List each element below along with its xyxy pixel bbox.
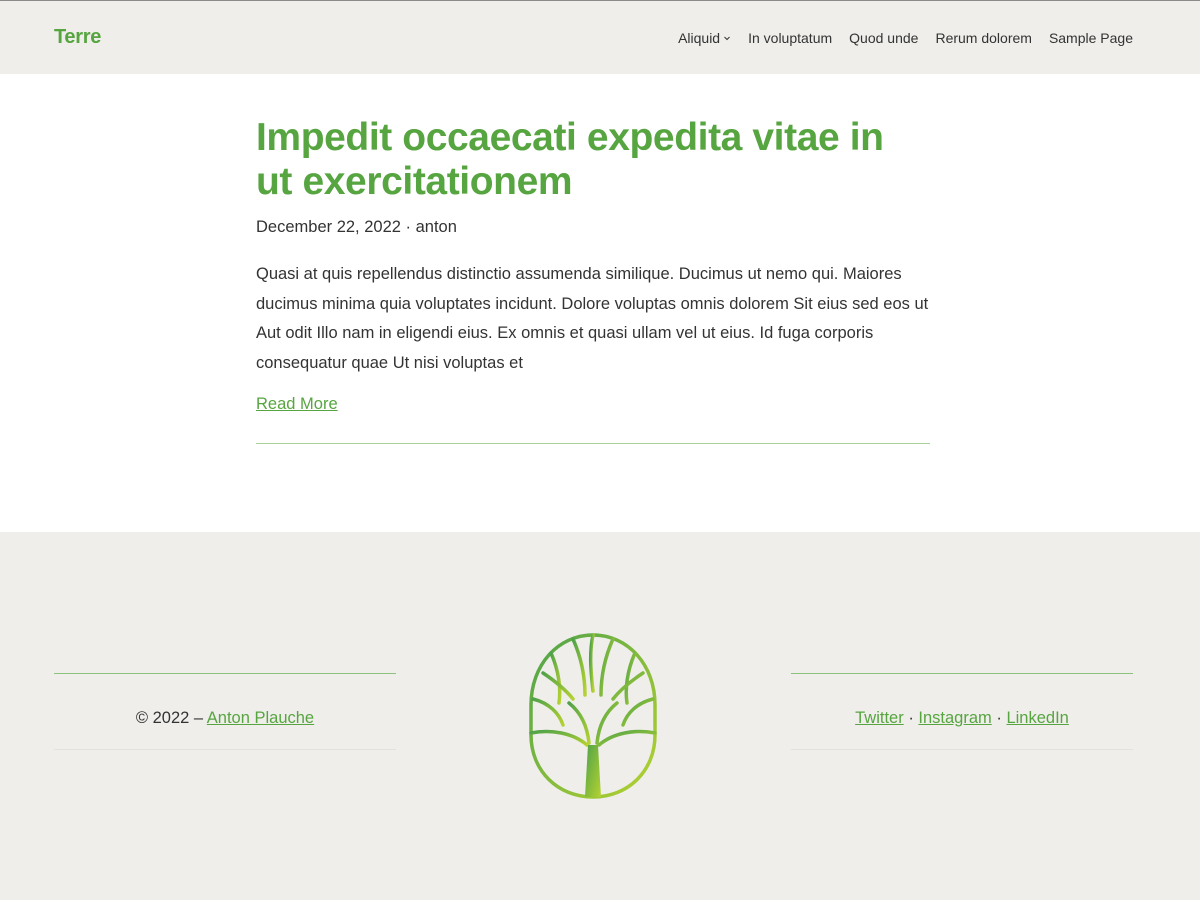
tree-icon bbox=[529, 633, 657, 799]
meta-separator: · bbox=[405, 218, 412, 236]
chevron-down-icon bbox=[724, 36, 730, 40]
nav-item-in-voluptatum[interactable]: In voluptatum bbox=[748, 30, 832, 46]
footer-social-column: Twitter · Instagram · LinkedIn bbox=[791, 673, 1133, 750]
main-content: Impedit occaecati expedita vitae in ut e… bbox=[0, 74, 1200, 532]
footer-copyright: © 2022 – Anton Plauche bbox=[54, 708, 396, 728]
site-footer: © 2022 – Anton Plauche Twitter · Instagr… bbox=[0, 532, 1200, 900]
social-separator: · bbox=[908, 709, 914, 727]
post-author: anton bbox=[415, 218, 457, 236]
footer-social-links: Twitter · Instagram · LinkedIn bbox=[791, 708, 1133, 728]
footer-divider-bottom bbox=[54, 749, 396, 750]
instagram-link[interactable]: Instagram bbox=[918, 709, 991, 727]
post-excerpt: Quasi at quis repellendus distinctio ass… bbox=[256, 265, 929, 372]
nav-item-quod-unde[interactable]: Quod unde bbox=[849, 30, 918, 46]
footer-copyright-column: © 2022 – Anton Plauche bbox=[54, 673, 396, 750]
twitter-link[interactable]: Twitter bbox=[855, 709, 904, 727]
nav-item-aliquid[interactable]: Aliquid bbox=[678, 30, 731, 46]
nav-item-label: Aliquid bbox=[678, 29, 721, 46]
footer-divider-bottom bbox=[791, 749, 1133, 750]
post-article: Impedit occaecati expedita vitae in ut e… bbox=[256, 116, 930, 444]
site-title-link[interactable]: Terre bbox=[54, 26, 101, 49]
post-title[interactable]: Impedit occaecati expedita vitae in ut e… bbox=[256, 116, 930, 204]
post-date: December 22, 2022 bbox=[256, 218, 401, 236]
primary-navigation: Aliquid In voluptatum Quod unde Rerum do… bbox=[678, 30, 1133, 46]
copyright-text: © 2022 – bbox=[135, 709, 204, 727]
read-more-link[interactable]: Read More bbox=[256, 395, 338, 414]
footer-divider bbox=[791, 673, 1133, 674]
nav-item-sample-page[interactable]: Sample Page bbox=[1049, 30, 1133, 46]
nav-item-rerum-dolorem[interactable]: Rerum dolorem bbox=[935, 30, 1031, 46]
post-separator bbox=[256, 443, 930, 444]
post-meta: December 22, 2022 · anton bbox=[256, 218, 930, 237]
footer-divider bbox=[54, 673, 396, 674]
site-header: Terre Aliquid In voluptatum Quod unde Re… bbox=[0, 1, 1200, 74]
linkedin-link[interactable]: LinkedIn bbox=[1006, 709, 1068, 727]
social-separator: · bbox=[996, 709, 1002, 727]
copyright-author-link[interactable]: Anton Plauche bbox=[207, 709, 314, 727]
